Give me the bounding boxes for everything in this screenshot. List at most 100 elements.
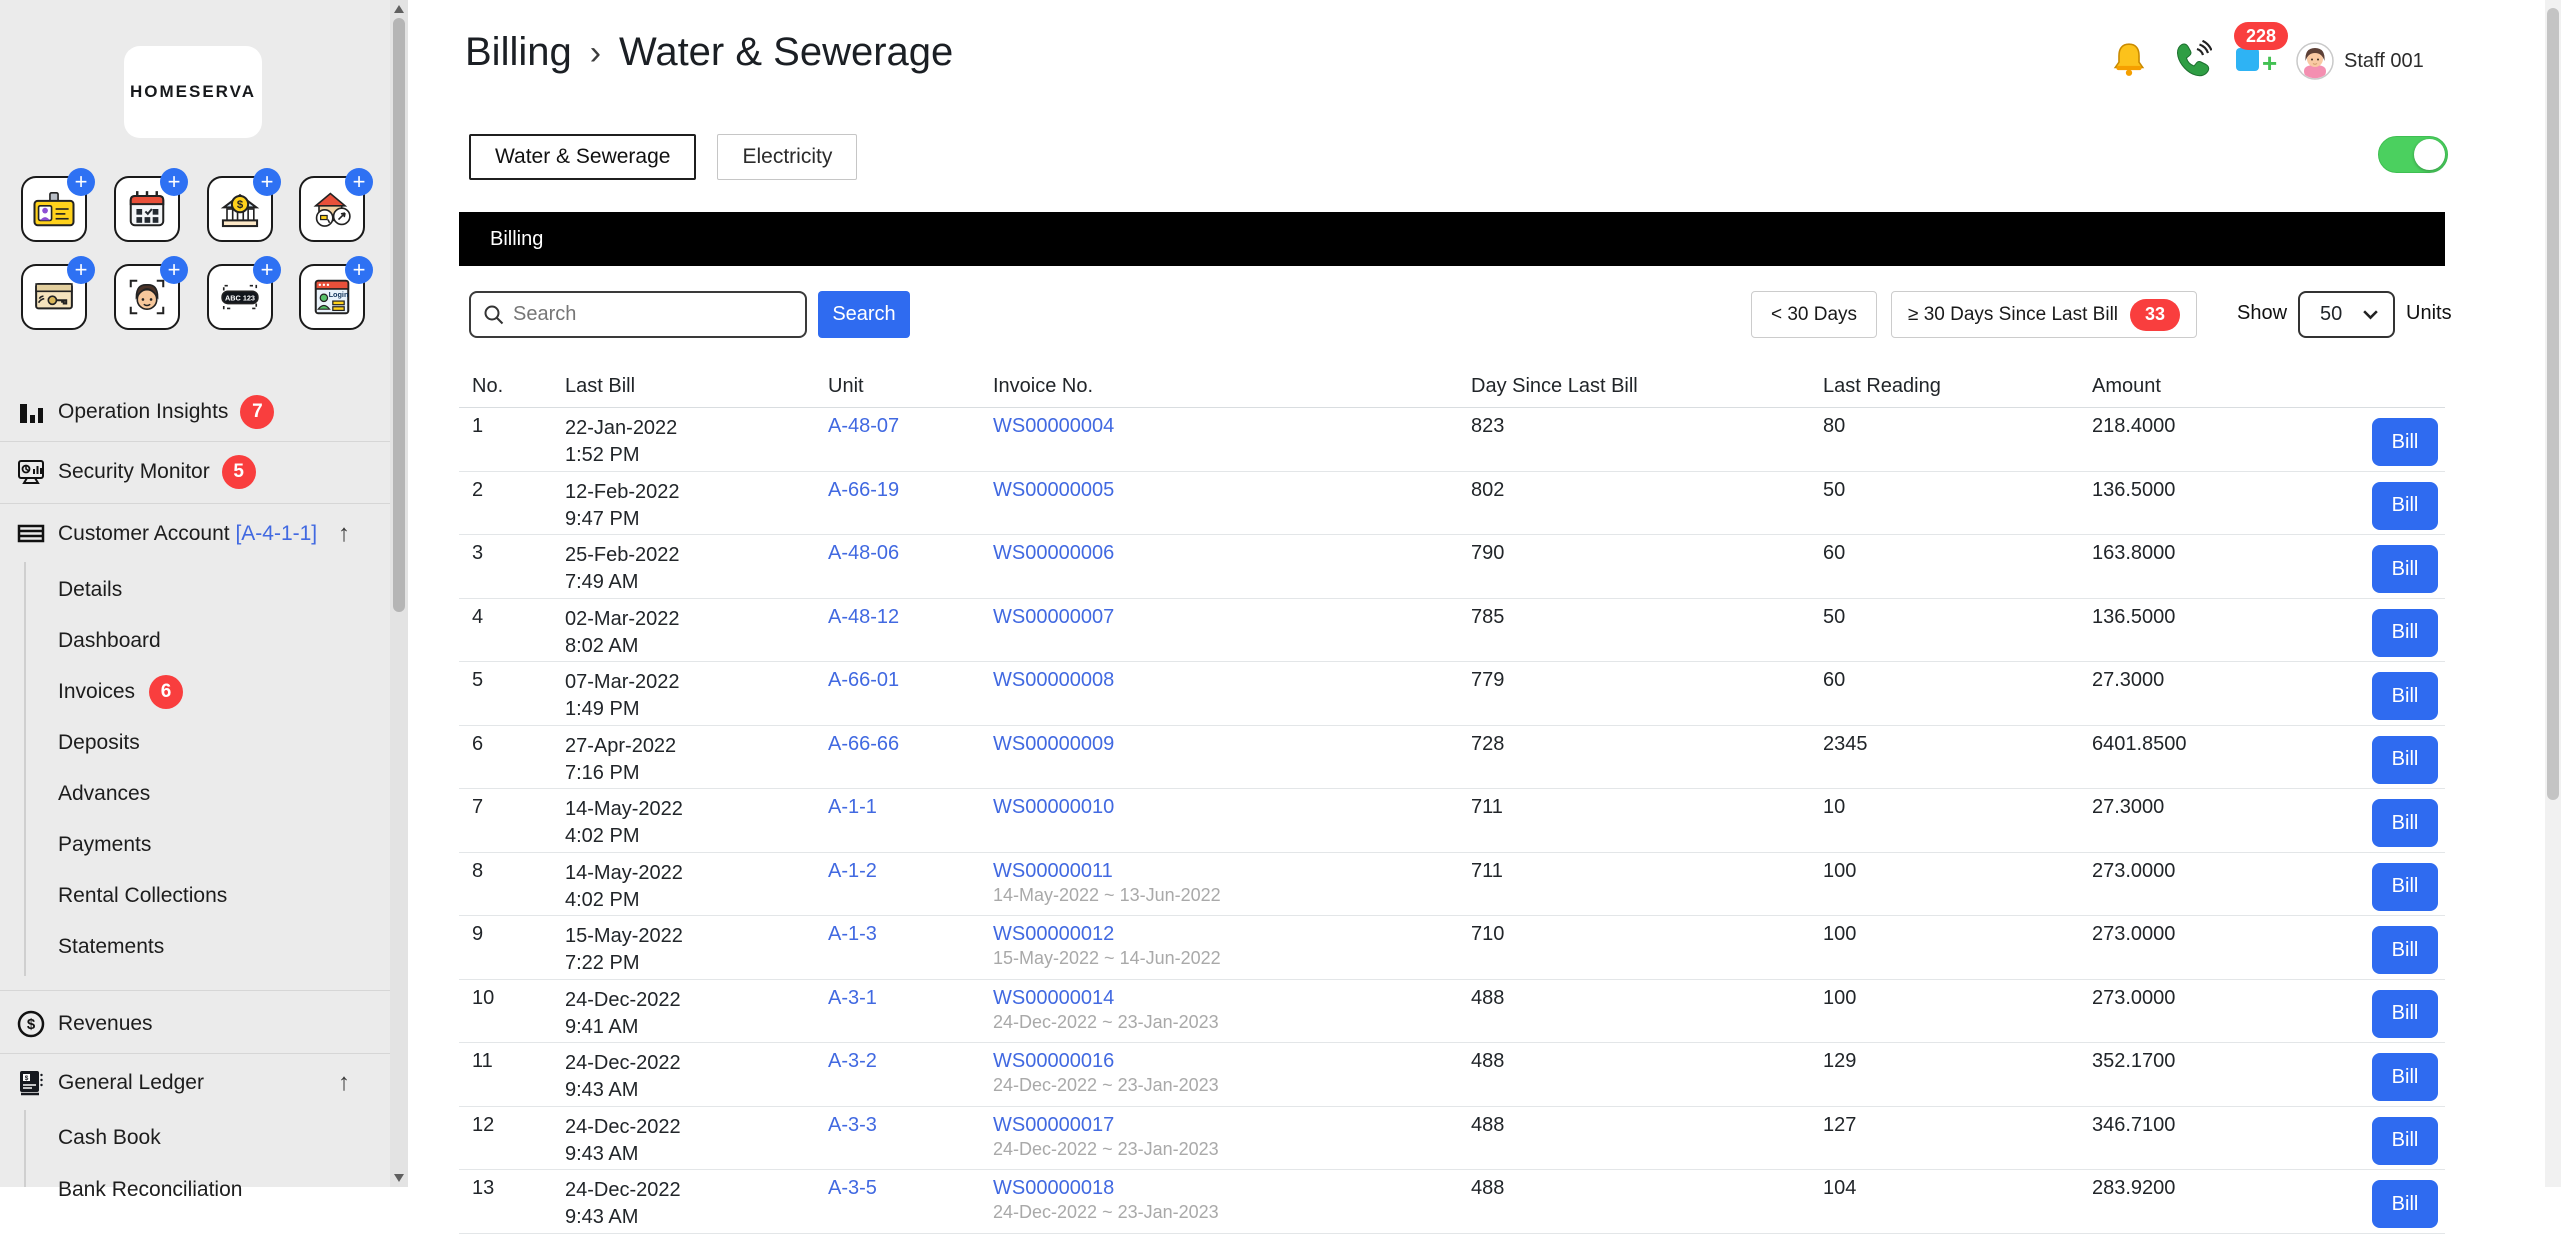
app-icon-login-screen[interactable]: Login + [299, 264, 365, 330]
invoice-link[interactable]: WS00000007 [993, 606, 1114, 628]
filter-gte-30-days-button[interactable]: ≥ 30 Days Since Last Bill 33 [1891, 291, 2197, 338]
bill-button[interactable]: Bill [2372, 799, 2438, 847]
bill-button[interactable]: Bill [2372, 672, 2438, 720]
bill-button[interactable]: Bill [2372, 1053, 2438, 1101]
unit-link[interactable]: A-3-5 [828, 1177, 877, 1199]
main-content: Billing › Water & Sewerage + 228 [408, 0, 2545, 1187]
add-icon[interactable]: + [253, 168, 281, 196]
toggle-knob [2414, 139, 2445, 170]
unit-link[interactable]: A-48-06 [828, 542, 899, 564]
sidebar-item-general-ledger[interactable]: $ General Ledger ↑ [0, 1063, 372, 1103]
invoice-link[interactable]: WS00000009 [993, 733, 1114, 755]
search-button[interactable]: Search [818, 291, 910, 338]
bill-button[interactable]: Bill [2372, 609, 2438, 657]
filter-lt-30-days-button[interactable]: < 30 Days [1751, 291, 1877, 338]
avatar[interactable] [2296, 42, 2334, 80]
bill-button[interactable]: Bill [2372, 1117, 2438, 1165]
invoice-link[interactable]: WS00000011 [993, 860, 1113, 882]
sidebar-item-operation-insights[interactable]: Operation Insights 7 [0, 392, 372, 432]
sidebar-item-bank-reconciliation[interactable]: Bank Reconciliation [58, 1170, 358, 1210]
invoice-cell: WS00000010 [993, 796, 1471, 852]
unit-link[interactable]: A-48-12 [828, 606, 899, 628]
bill-button[interactable]: Bill [2372, 863, 2438, 911]
scroll-down-arrow[interactable] [394, 1174, 404, 1182]
app-icon-plate-recognition[interactable]: ABC 123 + [207, 264, 273, 330]
sidebar-scrollbar-thumb[interactable] [393, 18, 405, 612]
last-bill-cell: 14-May-2022 4:02 PM [565, 796, 828, 852]
invoice-link[interactable]: WS00000008 [993, 669, 1114, 691]
tab-electricity[interactable]: Electricity [717, 134, 857, 180]
invoice-link[interactable]: WS00000016 [993, 1050, 1114, 1072]
unit-link[interactable]: A-3-2 [828, 1050, 877, 1072]
invoice-link[interactable]: WS00000018 [993, 1177, 1114, 1199]
bill-button[interactable]: Bill [2372, 1180, 2438, 1228]
page-size-select[interactable]: 50 [2298, 291, 2395, 338]
bill-button[interactable]: Bill [2372, 482, 2438, 530]
unit-link[interactable]: A-66-66 [828, 733, 899, 755]
sidebar-item-rental-collections[interactable]: Rental Collections [58, 876, 358, 916]
sidebar-item-security-monitor[interactable]: Security Monitor 5 [0, 452, 372, 492]
toggle-switch[interactable] [2378, 136, 2448, 173]
add-icon[interactable]: + [345, 256, 373, 284]
bill-button[interactable]: Bill [2372, 418, 2438, 466]
sidebar-item-details[interactable]: Details [58, 570, 358, 610]
app-icon-face-scan[interactable]: + [114, 264, 180, 330]
last-reading: 100 [1823, 860, 2092, 916]
add-icon[interactable]: + [160, 256, 188, 284]
collapse-arrow-icon[interactable]: ↑ [338, 520, 350, 548]
unit-link[interactable]: A-3-3 [828, 1114, 877, 1136]
sidebar-item-deposits[interactable]: Deposits [58, 723, 358, 763]
add-icon[interactable]: + [160, 168, 188, 196]
sidebar-item-invoices[interactable]: Invoices6 [58, 672, 358, 712]
bill-button[interactable]: Bill [2372, 926, 2438, 974]
window-scrollbar[interactable] [2545, 0, 2561, 1187]
sidebar-scrollbar[interactable] [390, 0, 408, 1187]
sidebar-item-statements[interactable]: Statements [58, 927, 358, 967]
invoice-link[interactable]: WS00000004 [993, 415, 1114, 437]
bill-button[interactable]: Bill [2372, 736, 2438, 784]
unit-link[interactable]: A-3-1 [828, 987, 877, 1009]
app-icon-calendar[interactable]: + [114, 176, 180, 242]
invoice-link[interactable]: WS00000006 [993, 542, 1114, 564]
app-icon-access-key[interactable]: + [21, 264, 87, 330]
sidebar-item-dashboard[interactable]: Dashboard [58, 621, 358, 661]
collapse-arrow-icon[interactable]: ↑ [338, 1069, 350, 1097]
table-row: 13 24-Dec-2022 9:43 AM A-3-5 WS00000018 … [459, 1170, 2445, 1234]
sidebar-item-revenues[interactable]: $ Revenues [0, 1004, 372, 1044]
bill-button[interactable]: Bill [2372, 990, 2438, 1038]
staff-name[interactable]: Staff 001 [2344, 50, 2424, 73]
add-icon[interactable]: + [345, 168, 373, 196]
sidebar-item-payments[interactable]: Payments [58, 825, 358, 865]
invoice-link[interactable]: WS00000014 [993, 987, 1114, 1009]
breadcrumb-section[interactable]: Billing [465, 30, 572, 75]
unit-link[interactable]: A-1-2 [828, 860, 877, 882]
invoice-link[interactable]: WS00000010 [993, 796, 1114, 818]
unit-link[interactable]: A-66-19 [828, 479, 899, 501]
search-input[interactable] [513, 303, 783, 326]
add-icon[interactable]: + [67, 256, 95, 284]
invoice-link[interactable]: WS00000005 [993, 479, 1114, 501]
days-since-last-bill: 711 [1471, 860, 1823, 916]
tab-water-sewerage[interactable]: Water & Sewerage [469, 134, 696, 180]
unit-link[interactable]: A-48-07 [828, 415, 899, 437]
unit-link[interactable]: A-1-1 [828, 796, 877, 818]
unit-link[interactable]: A-1-3 [828, 923, 877, 945]
add-icon[interactable]: + [253, 256, 281, 284]
sidebar-item-cash-book[interactable]: Cash Book [58, 1118, 358, 1158]
app-icon-house-services[interactable]: + [299, 176, 365, 242]
sidebar-item-customer-account[interactable]: Customer Account [A-4-1-1] ↑ [0, 514, 372, 554]
app-icon-id-badge[interactable]: + [21, 176, 87, 242]
window-scrollbar-thumb[interactable] [2547, 8, 2559, 800]
scroll-up-arrow[interactable] [394, 5, 404, 13]
unit-link[interactable]: A-66-01 [828, 669, 899, 691]
notifications-bell-icon[interactable] [2110, 40, 2148, 83]
add-icon[interactable]: + [67, 168, 95, 196]
col-header-last-bill: Last Bill [565, 375, 828, 398]
invoice-link[interactable]: WS00000012 [993, 923, 1114, 945]
sidebar-item-advances[interactable]: Advances [58, 774, 358, 814]
bill-button[interactable]: Bill [2372, 545, 2438, 593]
call-phone-icon[interactable] [2172, 40, 2212, 83]
invoice-link[interactable]: WS00000017 [993, 1114, 1114, 1136]
contact-queue-icon[interactable]: + 228 [2228, 22, 2294, 80]
app-icon-bank[interactable]: $ + [207, 176, 273, 242]
